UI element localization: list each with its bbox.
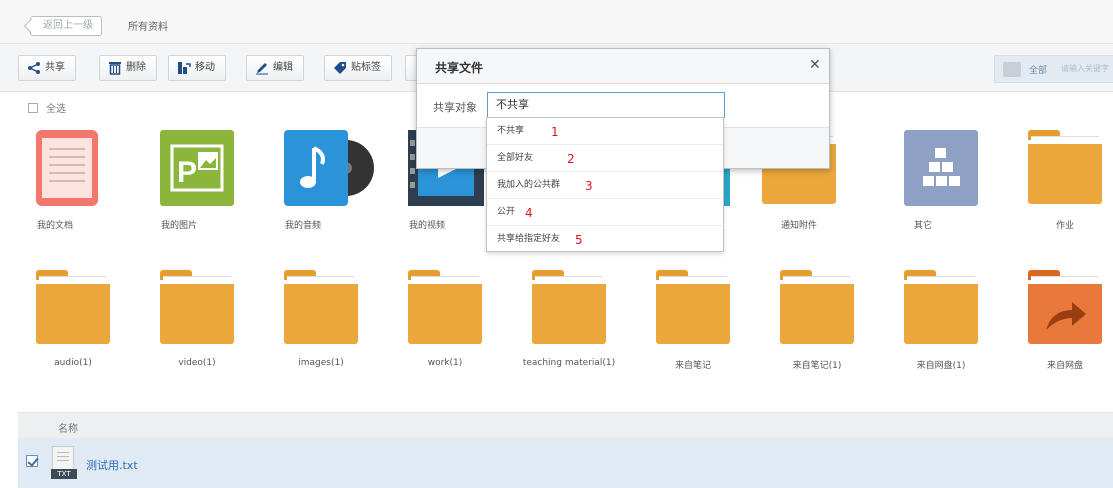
column-name[interactable]: 名称 <box>58 420 78 435</box>
tile-label: 我的文档 <box>36 221 73 231</box>
close-icon[interactable]: ✕ <box>809 57 821 73</box>
file-ext-badge: TXT <box>51 469 77 479</box>
tile-label: work(1) <box>427 358 463 368</box>
share-target-dropdown: 不共享 1 全部好友 2 我加入的公共群 3 公开 4 共享给指定好友 5 <box>486 117 724 252</box>
svg-text:P: P <box>177 156 197 189</box>
row-checkbox[interactable] <box>26 455 38 467</box>
tile-label: 来自笔记 <box>674 361 711 371</box>
folder-icon <box>36 270 110 344</box>
shared-folder-icon <box>1028 270 1102 344</box>
folder-icon <box>284 270 358 344</box>
folder-icon <box>160 270 234 344</box>
list-header: 名称 <box>18 412 1113 438</box>
tile-label: 来自网盘(1) <box>916 361 966 371</box>
option-marker: 5 <box>575 233 583 247</box>
option-label: 共享给指定好友 <box>497 234 561 244</box>
option-label: 全部好友 <box>497 153 534 163</box>
option-marker: 2 <box>567 152 575 166</box>
tile-label: audio(1) <box>54 358 92 368</box>
option-label: 不共享 <box>497 126 525 136</box>
folder-icon <box>1028 130 1102 204</box>
option-label: 我加入的公共群 <box>497 180 561 190</box>
option-marker: 1 <box>551 125 559 139</box>
table-row[interactable]: TXT 测试用.txt <box>18 438 1113 488</box>
picture-icon: P <box>160 130 234 206</box>
folder-icon <box>904 270 978 344</box>
dialog-title: 共享文件 <box>435 61 484 75</box>
tile-label: 作业 <box>1055 221 1074 231</box>
option-all-friends[interactable]: 全部好友 2 <box>487 145 723 172</box>
tile-label: 我的音频 <box>284 221 321 231</box>
option-specific-friends[interactable]: 共享给指定好友 5 <box>487 226 723 253</box>
tile-label: 来自笔记(1) <box>792 361 842 371</box>
file-name-link[interactable]: 测试用.txt <box>86 457 138 473</box>
option-label: 公开 <box>497 207 516 217</box>
music-icon <box>284 130 374 206</box>
option-marker: 4 <box>525 206 533 220</box>
tile-label: video(1) <box>178 358 216 368</box>
folder-icon <box>656 270 730 344</box>
document-icon <box>36 130 98 206</box>
txt-file-icon: TXT <box>51 446 77 479</box>
share-target-label: 共享对象 <box>433 101 477 114</box>
option-no-share[interactable]: 不共享 1 <box>487 118 723 145</box>
folder-icon <box>408 270 482 344</box>
option-public[interactable]: 公开 4 <box>487 199 723 226</box>
tile-label: 我的图片 <box>160 221 197 231</box>
tile-label: 其它 <box>913 221 932 231</box>
tile-label: teaching material(1) <box>522 358 616 368</box>
folder-icon <box>532 270 606 344</box>
option-public-groups[interactable]: 我加入的公共群 3 <box>487 172 723 199</box>
tile-label: 通知附件 <box>780 221 817 231</box>
tile-label: 我的视频 <box>408 221 445 231</box>
tile-label: 来自网盘 <box>1046 361 1083 371</box>
folder-icon <box>780 270 854 344</box>
option-marker: 3 <box>585 179 593 193</box>
dialog-header: 共享文件 ✕ <box>417 49 829 84</box>
blocks-icon <box>904 130 978 206</box>
tile-label: images(1) <box>298 358 344 368</box>
share-target-select[interactable]: 不共享 <box>487 92 725 118</box>
